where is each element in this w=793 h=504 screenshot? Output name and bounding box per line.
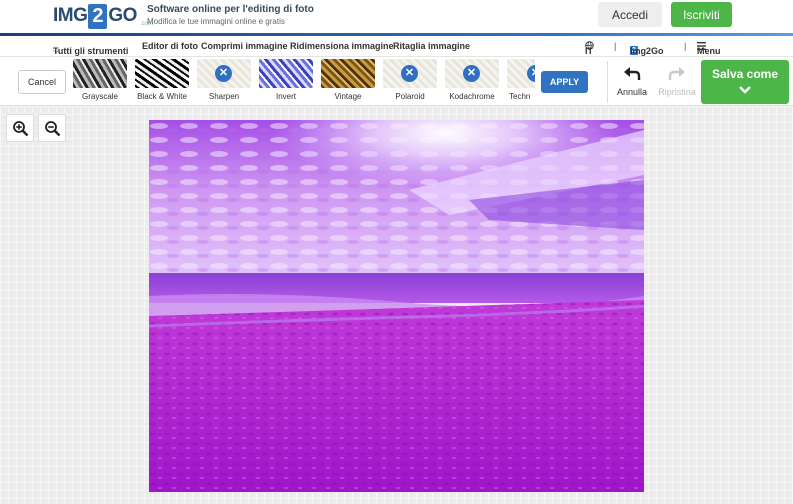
filter-invert[interactable]: Invert — [257, 59, 315, 104]
login-button[interactable]: Accedi — [598, 2, 662, 27]
language-label: IT — [585, 46, 593, 56]
redo-arrow-icon — [668, 67, 685, 80]
filter-toolbar: Cancel Grayscale Black & White ✕ Sharpen… — [0, 56, 793, 106]
nav-link-resize[interactable]: Ridimensiona immagine — [290, 41, 394, 51]
close-icon: ✕ — [215, 65, 232, 82]
filter-thumbnail: ✕ — [445, 59, 499, 88]
filter-thumbnail — [259, 59, 313, 88]
filter-polaroid[interactable]: ✕ Polaroid — [381, 59, 439, 104]
undo-label: Annulla — [616, 87, 648, 97]
main-nav: Tutti gli strumenti ⌵ Editor di foto Com… — [0, 36, 793, 56]
filter-technicolor[interactable]: ✕ Techn — [505, 59, 535, 104]
zoom-in-icon — [12, 120, 28, 136]
logo-img-text: IMG — [53, 5, 88, 26]
apply-button[interactable]: APPLY — [541, 71, 588, 93]
undo-arrow-icon — [624, 67, 641, 80]
filter-label: Kodachrome — [449, 92, 495, 101]
filter-label: Vintage — [334, 92, 362, 101]
menu-button[interactable]: Menu — [697, 41, 721, 56]
filter-thumbnail — [73, 59, 127, 88]
filter-kodachrome[interactable]: ✕ Kodachrome — [443, 59, 501, 104]
filter-sharpen[interactable]: ✕ Sharpen — [195, 59, 253, 104]
toolbar-divider — [607, 61, 608, 103]
language-selector[interactable]: IT — [585, 41, 594, 56]
tagline-title: Software online per l'editing di foto — [147, 4, 314, 15]
nav-link-crop[interactable]: Ritaglia immagine — [393, 41, 470, 51]
undo-button[interactable]: Annulla — [613, 65, 651, 97]
signup-button[interactable]: Iscriviti — [671, 2, 732, 27]
redo-button[interactable]: Ripristina — [656, 65, 698, 97]
zoom-in-button[interactable] — [6, 114, 34, 142]
filter-label: Techn — [509, 92, 531, 101]
filter-thumbnail: ✕ — [383, 59, 437, 88]
filter-grayscale[interactable]: Grayscale — [71, 59, 129, 104]
edited-beach-image[interactable] — [149, 120, 644, 492]
logo-two-badge: 2 — [88, 3, 108, 29]
nav-separator: | — [684, 41, 687, 51]
logo-go-text: GO — [108, 5, 137, 26]
filter-thumbnail: ✕ — [197, 59, 251, 88]
cancel-button[interactable]: Cancel — [18, 70, 66, 94]
close-icon: ✕ — [527, 65, 535, 82]
close-icon: ✕ — [463, 65, 480, 82]
filter-label: Polaroid — [395, 92, 425, 101]
nav-link-photo-editor[interactable]: Editor di foto — [142, 41, 198, 51]
chevron-down-icon: ⌵ — [53, 46, 60, 55]
filter-thumbnail — [321, 59, 375, 88]
tagline-subtitle: Modifica le tue immagini online e gratis — [147, 17, 285, 26]
beach-photo-tinted — [149, 120, 644, 492]
zoom-out-button[interactable] — [38, 114, 66, 142]
nav-separator: | — [614, 41, 617, 51]
save-as-button[interactable]: Salva come — [701, 60, 789, 104]
editor-workspace — [0, 106, 793, 504]
nav-all-tools-label: Tutti gli strumenti — [53, 46, 129, 56]
close-icon: ✕ — [401, 65, 418, 82]
chevron-down-icon — [739, 86, 751, 94]
filter-label: Invert — [275, 92, 296, 101]
tagline: Software online per l'editing di foto Mo… — [147, 4, 314, 28]
filter-vintage[interactable]: Vintage — [319, 59, 377, 104]
filter-black-white[interactable]: Black & White — [133, 59, 191, 104]
redo-label: Ripristina — [658, 87, 696, 97]
nav-brand-label: Img2Go — [630, 46, 664, 56]
filter-thumbnail: ✕ — [507, 59, 535, 88]
filter-label: Sharpen — [208, 92, 240, 101]
filter-label: Grayscale — [81, 92, 118, 101]
site-header: IMG 2 GO .com Software online per l'edit… — [0, 0, 793, 33]
save-as-label: Salva come — [711, 67, 779, 81]
nav-link-compress[interactable]: Comprimi immagine — [201, 41, 288, 51]
filter-label: Black & White — [137, 92, 187, 101]
menu-label: Menu — [697, 46, 721, 56]
img2go-logo[interactable]: IMG 2 GO .com — [53, 3, 153, 29]
filter-thumbnail — [135, 59, 189, 88]
zoom-out-icon — [44, 120, 60, 136]
